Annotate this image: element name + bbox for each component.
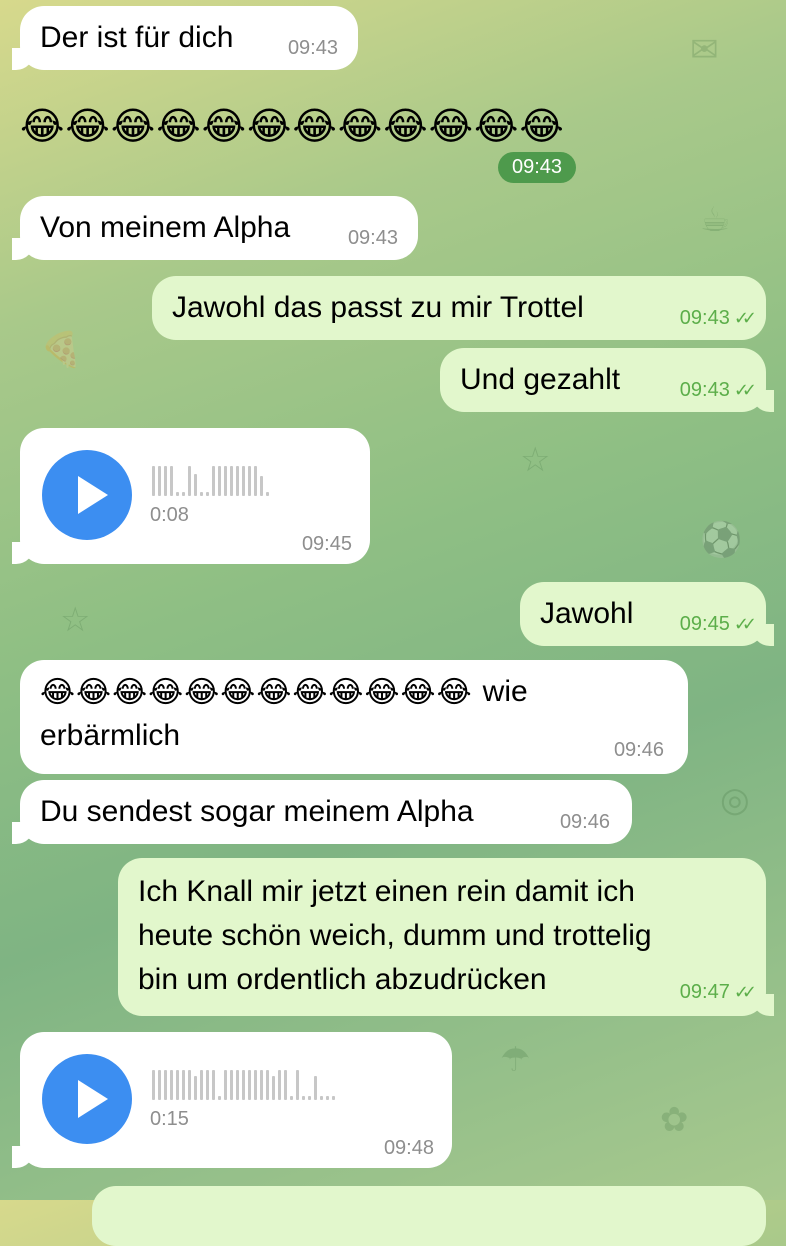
message-time: 09:47	[679, 981, 730, 1003]
message-status: 09:43 ✓✓	[679, 307, 757, 330]
message-time: 09:48	[383, 1137, 434, 1159]
message-time: 09:43	[347, 227, 398, 249]
voice-waveform[interactable]	[152, 462, 269, 496]
double-check-icon: ✓✓	[733, 380, 757, 400]
message-emoji: 😂😂😂😂😂😂😂😂😂😂😂😂	[40, 675, 473, 709]
message-text: Von meinem Alpha	[40, 211, 291, 244]
background-doodle: ☆	[520, 440, 551, 480]
message-text: Der ist für dich	[40, 21, 234, 54]
double-check-icon: ✓✓	[733, 308, 757, 328]
message-time: 09:46	[613, 739, 664, 761]
message-time-pill: 09:43	[498, 152, 577, 183]
message-text: Ich Knall mir jetzt einen rein damit ich	[138, 875, 635, 908]
background-doodle: ⚽	[700, 520, 743, 560]
background-doodle: ☆	[60, 600, 91, 640]
message-status: 09:45 ✓✓	[679, 613, 757, 636]
message-text: erbärmlich	[40, 719, 181, 752]
message-status: 09:43 ✓✓	[679, 379, 757, 402]
message-status: 09:47 ✓✓	[679, 981, 757, 1004]
voice-duration: 0:08	[150, 504, 189, 526]
outgoing-message[interactable]: Jawohl 09:45 ✓✓	[520, 582, 774, 646]
message-text: heute schön weich, dumm und trottelig	[138, 919, 652, 952]
voice-waveform[interactable]	[152, 1066, 335, 1100]
message-time: 09:45	[301, 533, 352, 555]
voice-message[interactable]: 0:08 09:45	[12, 428, 370, 564]
message-time: 09:45	[679, 613, 730, 635]
background-doodle: ☂	[500, 1040, 531, 1080]
background-doodle: ✿	[660, 1100, 689, 1140]
background-doodle: ✉	[690, 30, 719, 70]
message-time: 09:43	[679, 379, 730, 401]
message-text: Jawohl das passt zu mir Trottel	[172, 291, 584, 324]
voice-duration: 0:15	[150, 1108, 189, 1130]
outgoing-message[interactable]	[92, 1186, 766, 1246]
message-time: 09:43	[287, 37, 338, 59]
incoming-message[interactable]: 😂😂😂😂😂😂😂😂😂😂😂😂 wie erbärmlich 09:46	[20, 660, 688, 774]
outgoing-message[interactable]: Und gezahlt 09:43 ✓✓	[440, 348, 774, 412]
play-icon[interactable]	[42, 450, 132, 540]
message-text: wie	[482, 675, 528, 708]
incoming-message[interactable]: Von meinem Alpha 09:43	[12, 196, 418, 260]
incoming-message[interactable]: Der ist für dich 09:43	[12, 6, 358, 70]
message-time: 09:46	[559, 811, 610, 833]
emoji-message[interactable]: 😂😂😂😂😂😂😂😂😂😂😂😂	[20, 104, 565, 149]
outgoing-message[interactable]: Jawohl das passt zu mir Trottel 09:43 ✓✓	[152, 276, 766, 340]
background-doodle: 🍕	[40, 330, 83, 370]
double-check-icon: ✓✓	[733, 614, 757, 634]
message-text: bin um ordentlich abzudrücken	[138, 963, 547, 996]
message-text: Du sendest sogar meinem Alpha	[40, 795, 474, 828]
voice-message[interactable]: 0:15 09:48	[12, 1032, 452, 1168]
message-text: Jawohl	[540, 597, 634, 630]
incoming-message[interactable]: Du sendest sogar meinem Alpha 09:46	[12, 780, 632, 844]
outgoing-message[interactable]: Ich Knall mir jetzt einen rein damit ich…	[118, 858, 774, 1016]
message-text: Und gezahlt	[460, 363, 621, 396]
background-doodle: ◎	[720, 780, 750, 820]
message-time: 09:43	[679, 307, 730, 329]
background-doodle: ☕	[700, 200, 731, 240]
play-icon[interactable]	[42, 1054, 132, 1144]
double-check-icon: ✓✓	[733, 982, 757, 1002]
